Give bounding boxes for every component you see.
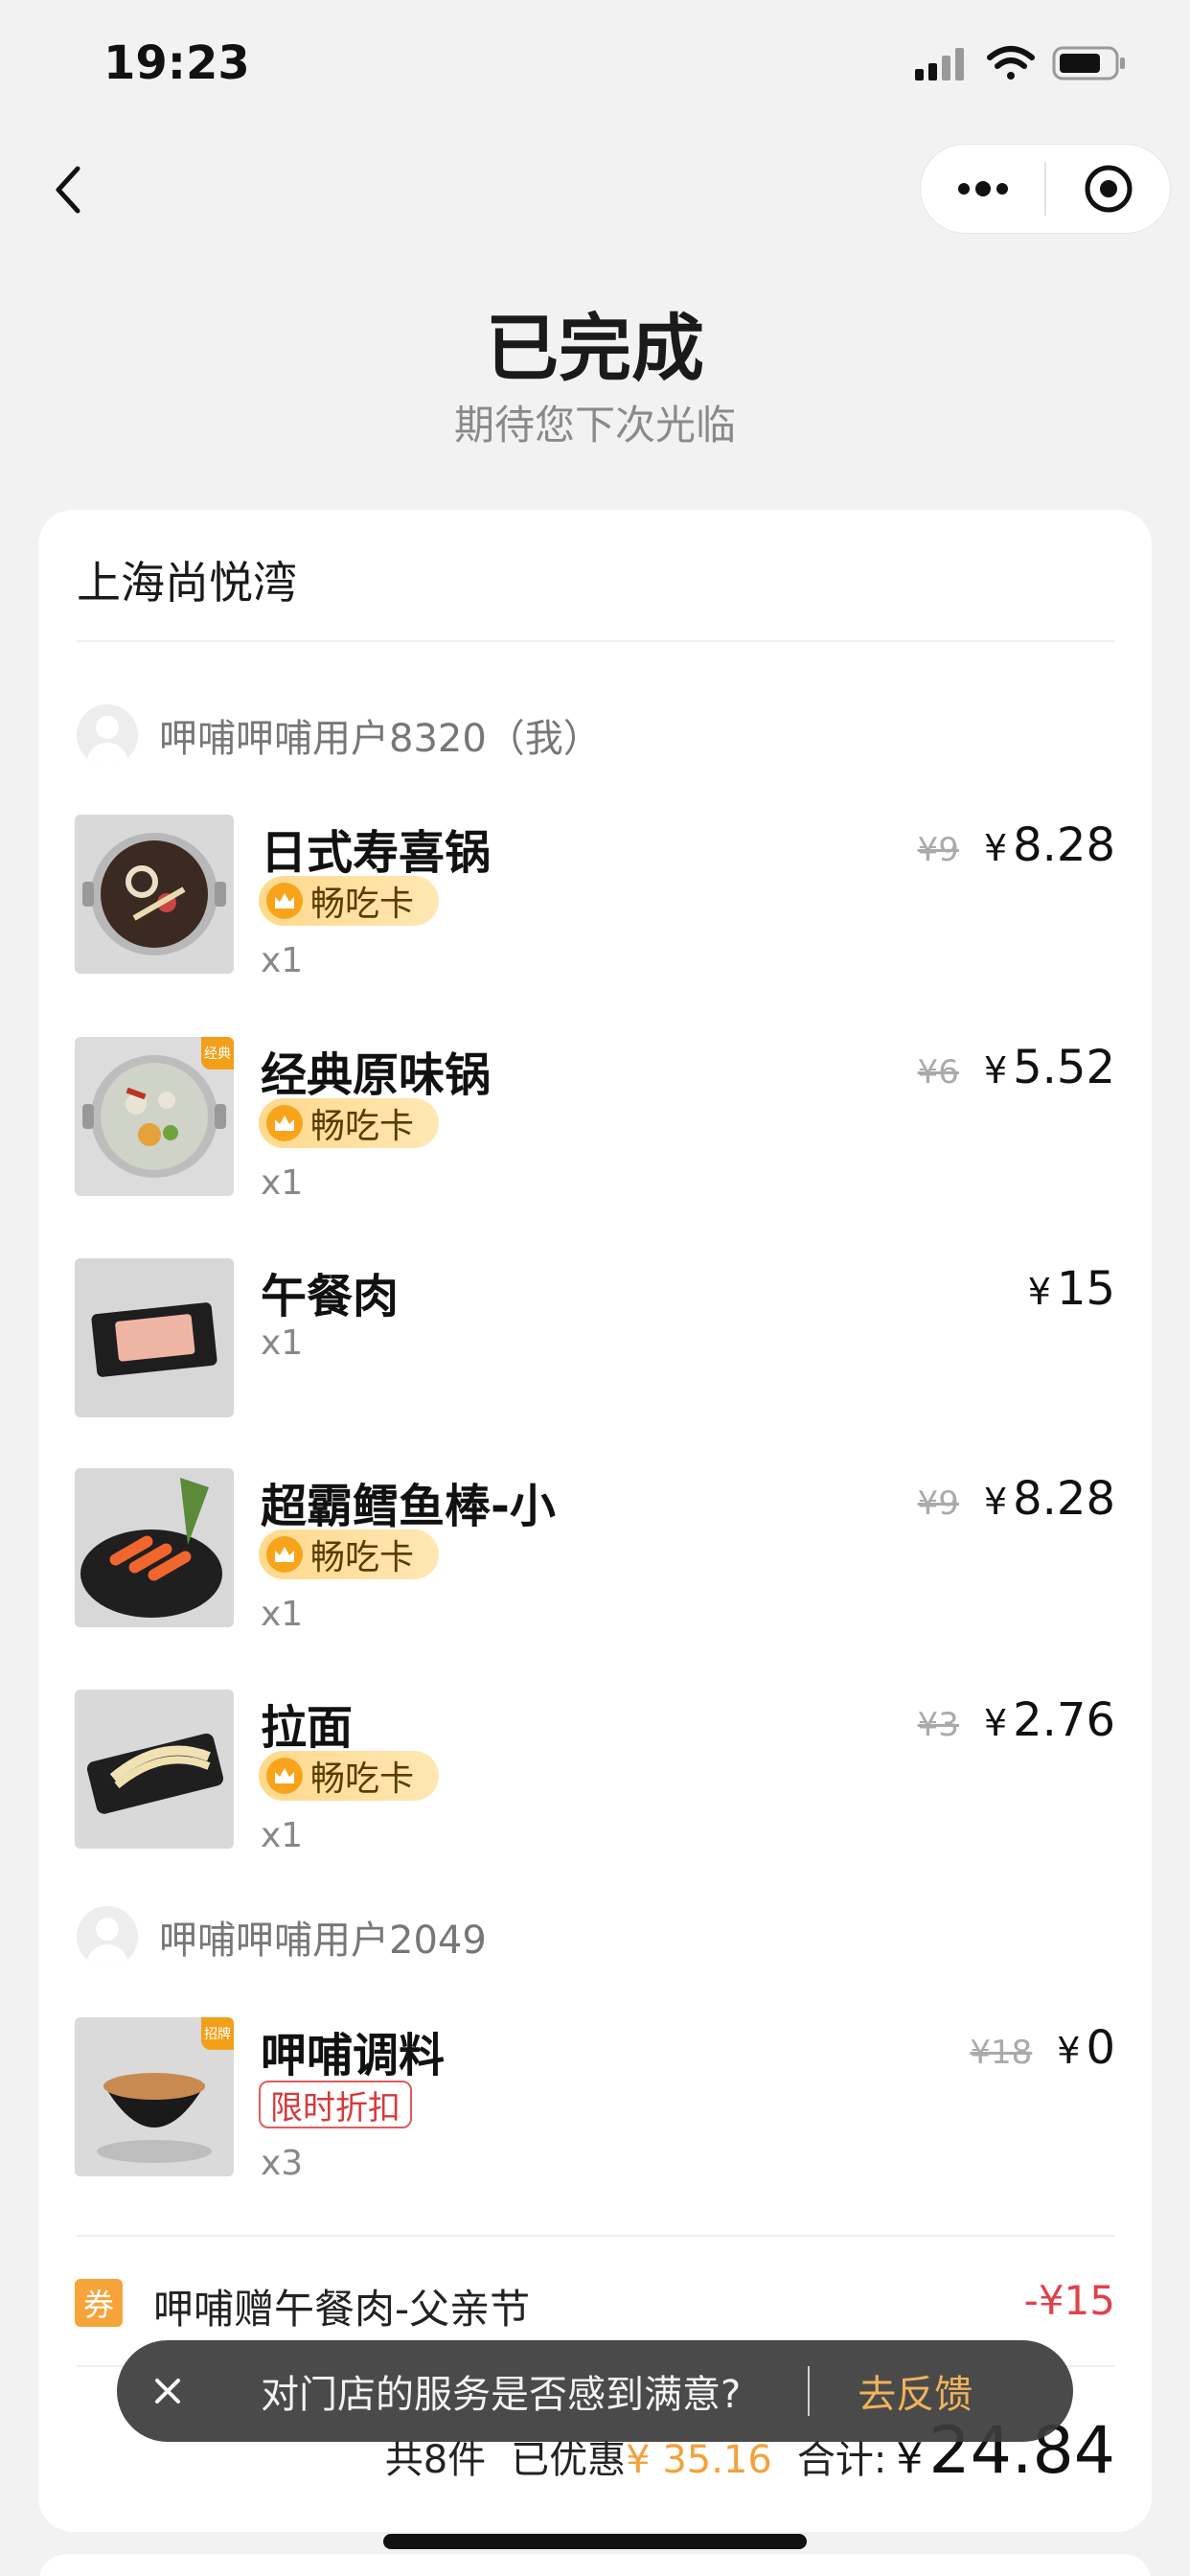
close-miniprogram-button[interactable] (1046, 145, 1170, 233)
store-name[interactable]: 上海尚悦湾 (77, 548, 297, 611)
membership-badge: 畅吃卡 (259, 1098, 439, 1148)
avatar (77, 704, 138, 766)
item-image (75, 1468, 234, 1627)
order-item[interactable]: 拉面 畅吃卡 x1 ¥3 ¥2.76 (75, 1690, 1115, 1855)
crown-icon (266, 1536, 303, 1573)
item-price: ¥9 ¥8.28 (918, 818, 1115, 872)
order-status-subtitle: 期待您下次光临 (453, 402, 736, 448)
order-item[interactable]: 超霸鳕鱼棒-小 畅吃卡 x1 ¥9 ¥8.28 (75, 1468, 1115, 1634)
corner-tag: 经典 (201, 1037, 234, 1070)
order-item[interactable]: 日式寿喜锅 畅吃卡 x1 ¥9 ¥8.28 (75, 815, 1115, 980)
order-item[interactable]: 经典 经典原味锅 畅吃卡 x1 ¥6 ¥5.52 (75, 1037, 1115, 1203)
item-name: 日式寿喜锅 (261, 826, 492, 880)
more-button[interactable] (921, 145, 1044, 233)
corner-tag: 招牌 (201, 2017, 234, 2050)
item-image (75, 815, 234, 974)
user-name: 呷哺呷哺用户8320（我） (159, 717, 602, 761)
wifi-icon (987, 46, 1035, 80)
item-name: 呷哺调料 (261, 2029, 446, 2082)
item-quantity: x3 (261, 2144, 304, 2183)
discount-badge: 限时折扣 (259, 2081, 412, 2128)
status-time: 19:23 (103, 36, 250, 90)
crown-icon (266, 883, 303, 919)
item-price: ¥9 ¥8.28 (918, 1472, 1115, 1526)
item-price: ¥18 ¥0 (970, 2021, 1115, 2075)
user-row: 呷哺呷哺用户2049 (77, 1903, 487, 1970)
user-name: 呷哺呷哺用户2049 (159, 1919, 487, 1963)
toast-message: 对门店的服务是否感到满意? (261, 2373, 742, 2417)
original-price: ¥18 (970, 2034, 1033, 2072)
current-price: ¥0 (1057, 2021, 1115, 2075)
close-icon (155, 2379, 180, 2404)
coupon-row: 券 呷哺赠午餐肉-父亲节 -¥15 (75, 2271, 1115, 2338)
chevron-left-icon (56, 166, 80, 213)
original-price: ¥9 (917, 1484, 959, 1523)
item-name: 经典原味锅 (261, 1048, 492, 1102)
divider (77, 640, 1115, 642)
item-quantity: x1 (261, 1595, 304, 1634)
current-price: ¥2.76 (983, 1693, 1115, 1747)
badge-label: 畅吃卡 (310, 1107, 415, 1146)
membership-badge: 畅吃卡 (259, 1530, 439, 1579)
order-status-title: 已完成 (486, 306, 704, 391)
item-quantity: x1 (261, 1816, 304, 1855)
item-quantity: x1 (261, 941, 304, 980)
order-item[interactable]: 午餐肉 x1 ¥15 (75, 1258, 1115, 1419)
item-image (75, 1258, 234, 1417)
item-name: 拉面 (261, 1701, 354, 1755)
coupon-label: 呷哺赠午餐肉-父亲节 (153, 2286, 531, 2333)
user-row: 呷哺呷哺用户8320（我） (77, 702, 602, 769)
item-name: 午餐肉 (261, 1270, 400, 1323)
crown-icon (266, 1758, 303, 1794)
divider (77, 2235, 1115, 2237)
current-price: ¥5.52 (983, 1041, 1115, 1094)
feedback-toast: 对门店的服务是否感到满意? 去反馈 (117, 2340, 1073, 2442)
current-price: ¥15 (1027, 1262, 1115, 1316)
status-icons (915, 42, 1131, 84)
crown-icon (266, 1105, 303, 1141)
current-price: ¥8.28 (983, 1472, 1115, 1526)
item-image (75, 1690, 234, 1849)
item-quantity: x1 (261, 1323, 304, 1363)
discount-value: ¥ 35.16 (626, 2438, 772, 2482)
signal-icon (915, 48, 964, 80)
membership-badge: 畅吃卡 (259, 876, 439, 926)
badge-label: 畅吃卡 (310, 885, 415, 924)
original-price: ¥9 (917, 831, 959, 869)
home-indicator (383, 2534, 807, 2549)
toast-separator (808, 2366, 811, 2416)
badge-label: 畅吃卡 (310, 1538, 415, 1577)
badge-label: 畅吃卡 (310, 1760, 415, 1799)
item-image: 经典 (75, 1037, 234, 1196)
order-item[interactable]: 招牌 呷哺调料 限时折扣 x3 ¥18 ¥0 (75, 2017, 1115, 2183)
item-price: ¥3 ¥2.76 (918, 1693, 1115, 1747)
target-circle-icon (1085, 165, 1132, 213)
back-button[interactable] (38, 153, 96, 225)
original-price: ¥3 (917, 1706, 959, 1744)
current-price: ¥8.28 (983, 818, 1115, 872)
original-price: ¥6 (917, 1053, 959, 1092)
item-quantity: x1 (261, 1163, 304, 1203)
coupon-amount: -¥15 (1023, 2277, 1115, 2324)
item-name: 超霸鳕鱼棒-小 (261, 1480, 556, 1533)
next-card (38, 2554, 1152, 2576)
mini-program-capsule (920, 144, 1171, 234)
feedback-button[interactable]: 去反馈 (858, 2363, 973, 2419)
item-image: 招牌 (75, 2017, 234, 2176)
close-toast-button[interactable] (117, 2340, 218, 2442)
item-price: ¥6 ¥5.52 (918, 1041, 1115, 1094)
item-price: ¥15 (1028, 1262, 1115, 1316)
more-dots-icon (957, 181, 1008, 196)
membership-badge: 畅吃卡 (259, 1751, 439, 1801)
battery-icon (1052, 46, 1125, 80)
avatar (77, 1906, 138, 1967)
coupon-icon: 券 (75, 2279, 123, 2327)
